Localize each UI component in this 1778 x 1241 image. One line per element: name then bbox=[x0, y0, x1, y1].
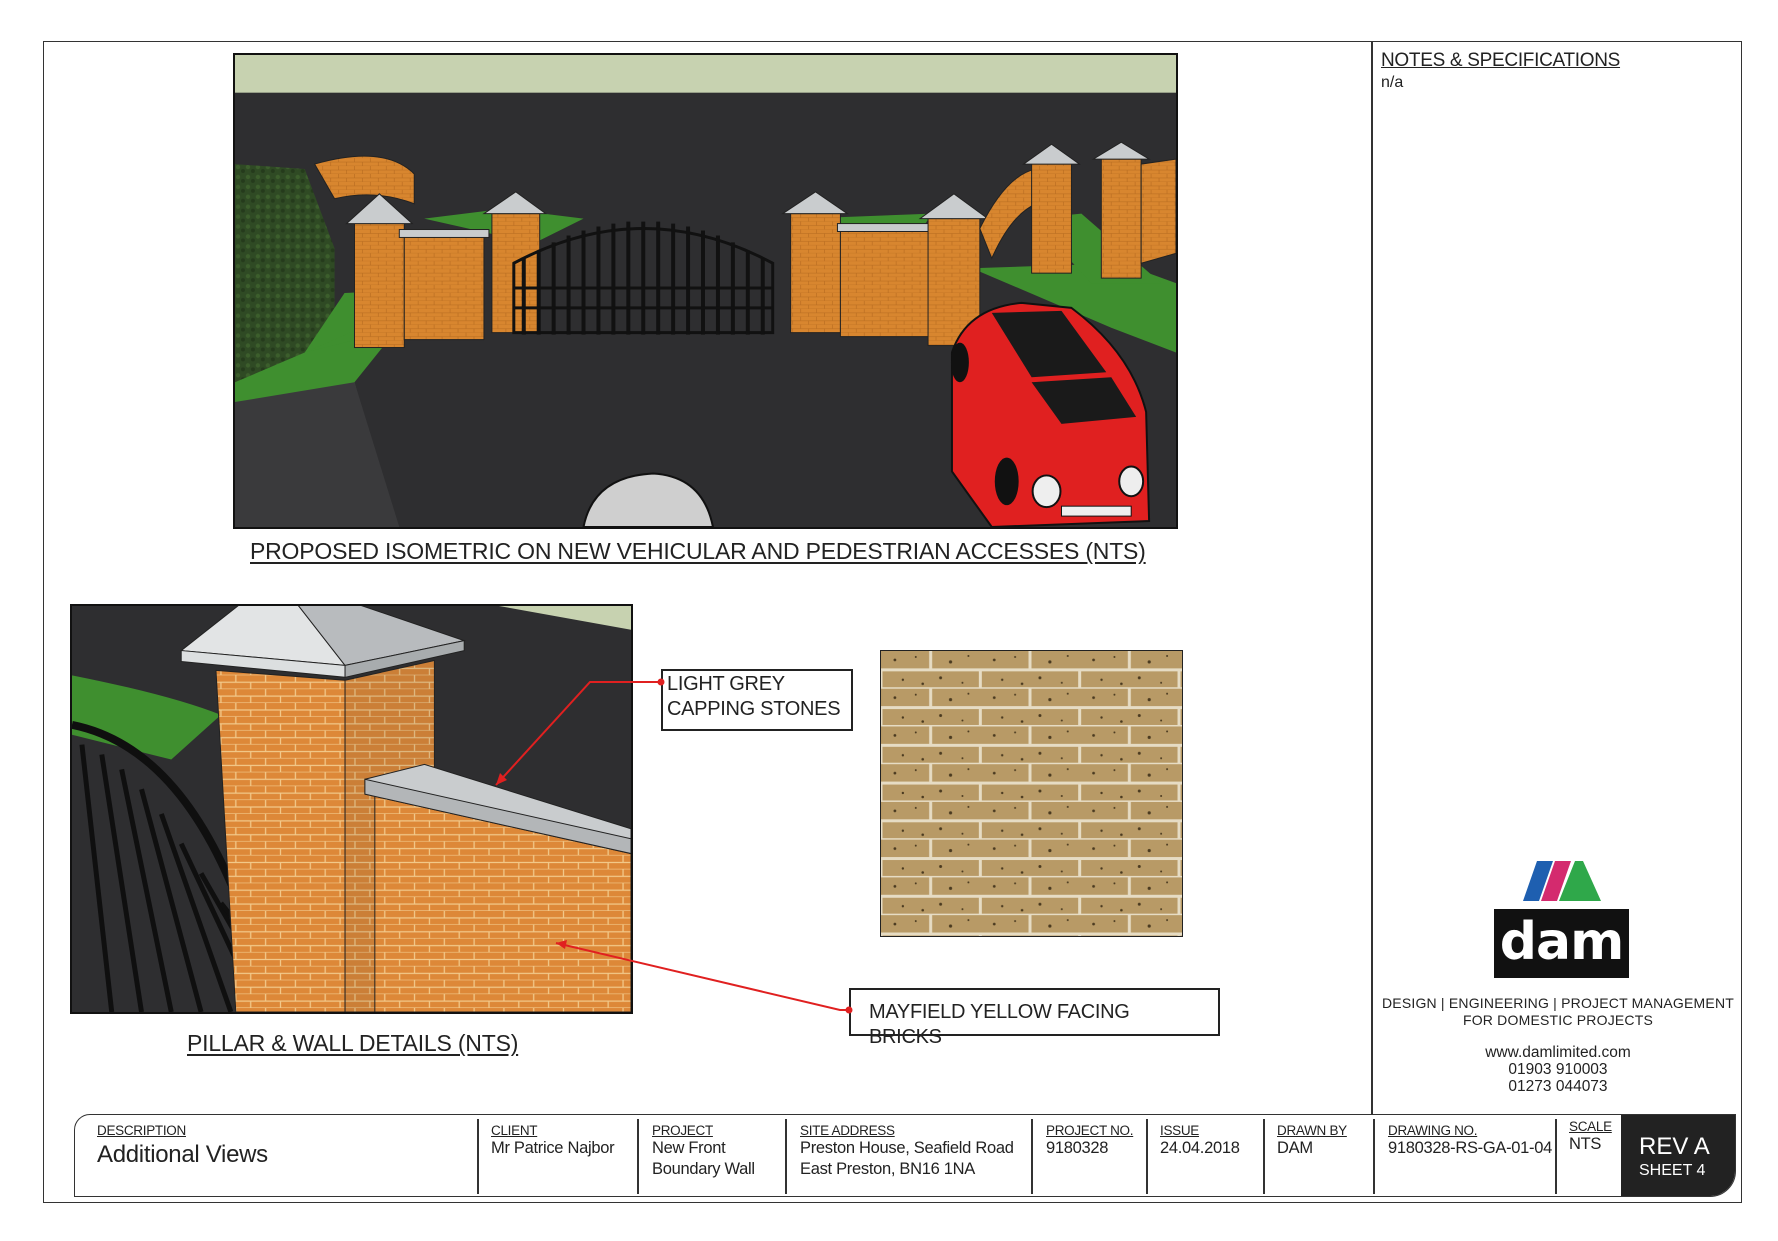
tb-drawn-by-label: DRAWN BY bbox=[1277, 1123, 1347, 1138]
tb-site-address-line-1: Preston House, Seafield Road bbox=[800, 1139, 1014, 1157]
tb-divider bbox=[1146, 1119, 1148, 1194]
pillar-detail-caption: PILLAR & WALL DETAILS (NTS) bbox=[187, 1030, 519, 1056]
tb-description-label: DESCRIPTION bbox=[97, 1123, 186, 1138]
tb-client-label: CLIENT bbox=[491, 1123, 538, 1138]
tb-project-no-value: 9180328 bbox=[1046, 1139, 1109, 1157]
tb-project-no: PROJECT NO. 9180328 bbox=[1038, 1115, 1148, 1196]
tb-divider bbox=[477, 1119, 479, 1194]
facing-brick-sample-image bbox=[880, 650, 1183, 937]
capping-callout-line-2: CAPPING STONES bbox=[667, 698, 841, 720]
facing-bricks-callout: MAYFIELD YELLOW FACING BRICKS bbox=[849, 988, 1220, 1048]
tb-drawn-by: DRAWN BY DAM bbox=[1269, 1115, 1369, 1196]
tagline-line-2: FOR DOMESTIC PROJECTS bbox=[1462, 1012, 1654, 1028]
tb-scale-label: SCALE bbox=[1569, 1119, 1612, 1134]
tagline-line-1: DESIGN | ENGINEERING | PROJECT MANAGEMEN… bbox=[1381, 995, 1735, 1011]
pillar-detail-image bbox=[70, 604, 633, 1014]
company-phone-1: 01903 910003 bbox=[1508, 1061, 1608, 1078]
capping-stones-callout: LIGHT GREY CAPPING STONES bbox=[661, 669, 853, 731]
tb-project-no-label: PROJECT NO. bbox=[1046, 1123, 1134, 1138]
company-website: www.damlimited.com bbox=[1485, 1044, 1631, 1061]
tb-description: DESCRIPTION Additional Views bbox=[89, 1115, 469, 1196]
tb-revision: REV A bbox=[1639, 1133, 1710, 1160]
tb-divider bbox=[637, 1119, 639, 1194]
dam-logo: dam bbox=[1494, 909, 1629, 978]
tb-divider bbox=[785, 1119, 787, 1194]
tb-project-line-1: New Front bbox=[652, 1139, 726, 1157]
tb-sheet-number: SHEET 4 bbox=[1639, 1162, 1706, 1179]
isometric-view-caption: PROPOSED ISOMETRIC ON NEW VEHICULAR AND … bbox=[250, 538, 1146, 564]
sidebar-divider bbox=[1371, 41, 1373, 1116]
tb-revision-block: REV A SHEET 4 bbox=[1621, 1115, 1735, 1196]
tb-drawing-no-value: 9180328-RS-GA-01-04 bbox=[1388, 1139, 1552, 1157]
tb-project-label: PROJECT bbox=[652, 1123, 713, 1138]
tb-scale: SCALE NTS bbox=[1561, 1115, 1621, 1196]
tb-divider bbox=[1373, 1119, 1375, 1194]
tb-client: CLIENT Mr Patrice Najbor bbox=[483, 1115, 633, 1196]
isometric-view-image bbox=[233, 53, 1178, 529]
company-contact: www.damlimited.com 01903 910003 01273 04… bbox=[1400, 1044, 1716, 1095]
tb-drawing-no: DRAWING NO. 9180328-RS-GA-01-04 bbox=[1380, 1115, 1560, 1196]
title-block: DESCRIPTION Additional Views CLIENT Mr P… bbox=[74, 1114, 1736, 1197]
tb-divider bbox=[1031, 1119, 1033, 1194]
tb-description-value: Additional Views bbox=[97, 1141, 268, 1168]
tb-drawn-by-value: DAM bbox=[1277, 1139, 1313, 1157]
dam-logo-mark-icon bbox=[1523, 861, 1601, 901]
tb-project-line-2: Boundary Wall bbox=[652, 1160, 755, 1178]
tb-issue: ISSUE 24.04.2018 bbox=[1152, 1115, 1262, 1196]
company-tagline: DESIGN | ENGINEERING | PROJECT MANAGEMEN… bbox=[1380, 995, 1736, 1029]
tb-divider bbox=[1263, 1119, 1265, 1194]
tb-issue-label: ISSUE bbox=[1160, 1123, 1200, 1138]
tb-project: PROJECT New Front Boundary Wall bbox=[644, 1115, 784, 1196]
tb-scale-value: NTS bbox=[1569, 1135, 1602, 1153]
tb-issue-value: 24.04.2018 bbox=[1160, 1139, 1240, 1157]
tb-divider bbox=[1555, 1119, 1557, 1194]
notes-title: NOTES & SPECIFICATIONS bbox=[1381, 50, 1621, 71]
notes-body: n/a bbox=[1381, 74, 1404, 91]
tb-client-value: Mr Patrice Najbor bbox=[491, 1139, 615, 1157]
capping-callout-line-1: LIGHT GREY bbox=[667, 673, 785, 695]
company-phone-2: 01273 044073 bbox=[1508, 1078, 1608, 1095]
tb-site-address: SITE ADDRESS Preston House, Seafield Roa… bbox=[792, 1115, 1032, 1196]
tb-drawing-no-label: DRAWING NO. bbox=[1388, 1123, 1478, 1138]
tb-site-address-line-2: East Preston, BN16 1NA bbox=[800, 1160, 975, 1178]
tb-site-address-label: SITE ADDRESS bbox=[800, 1123, 895, 1138]
